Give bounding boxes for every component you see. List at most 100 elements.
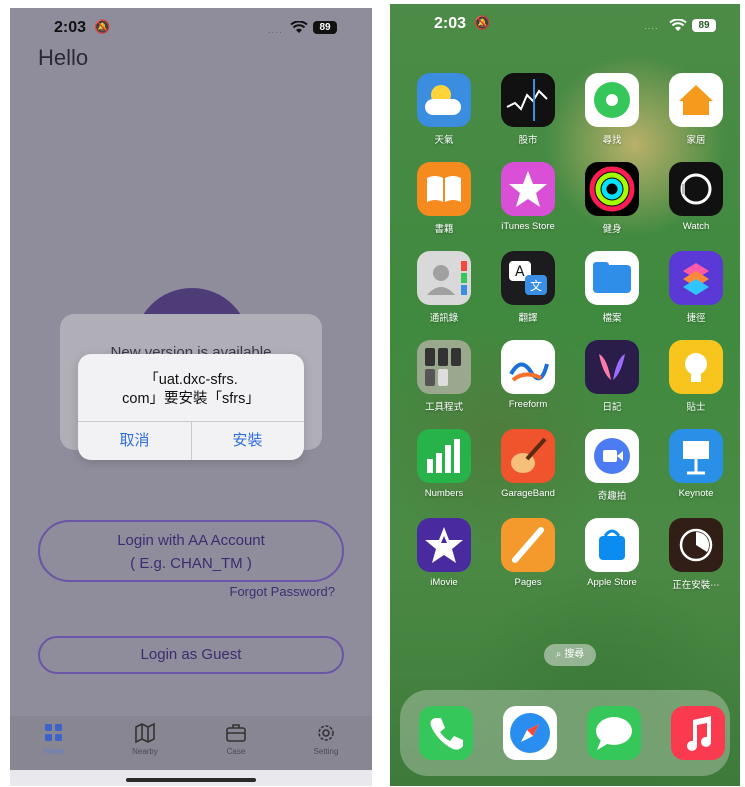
messages-icon: [587, 706, 641, 760]
itunes-store-icon: [501, 162, 555, 216]
app-freeform[interactable]: Freeform: [486, 340, 570, 410]
search-button[interactable]: ⌕ 搜尋: [544, 644, 596, 666]
dock-safari[interactable]: [488, 706, 572, 760]
status-time: 2:03: [54, 19, 87, 36]
app-utilities-folder[interactable]: 工具程式: [402, 340, 486, 413]
app-label: Numbers: [424, 488, 464, 499]
app-apple-store[interactable]: Apple Store: [570, 518, 654, 588]
app-label: Freeform: [508, 399, 548, 410]
app-label: 通訊錄: [429, 313, 459, 324]
home-app-icon: [669, 73, 723, 127]
tab-nearby[interactable]: Nearby: [110, 722, 180, 756]
app-watch[interactable]: Watch: [654, 162, 738, 232]
app-clips[interactable]: 奇趣拍: [570, 429, 654, 502]
translate-icon: A文: [501, 251, 555, 305]
svg-text:文: 文: [530, 278, 542, 293]
app-label: 正在安裝⋯: [672, 580, 720, 591]
app-label: iTunes Store: [501, 221, 555, 232]
weather-icon: [417, 73, 471, 127]
app-fitness[interactable]: 健身: [570, 162, 654, 235]
install-button[interactable]: 安裝: [191, 421, 304, 460]
search-label: 搜尋: [564, 649, 585, 660]
home-screen: 2:03 🔕 ···· 89 天氣 股市 尋找 家居書籍 iTunes Store 健身 W…: [390, 4, 740, 786]
dock-phone[interactable]: [404, 706, 488, 760]
clips-icon: [585, 429, 639, 483]
silent-bell-icon: 🔕: [474, 15, 491, 30]
app-label: 日記: [602, 402, 622, 413]
files-icon: [585, 251, 639, 305]
app-label: Pages: [514, 577, 542, 588]
cancel-button[interactable]: 取消: [78, 421, 191, 460]
app-contacts[interactable]: 通訊錄: [402, 251, 486, 324]
app-label: 書籍: [434, 224, 454, 235]
tab-label: Nearby: [132, 747, 158, 756]
app-label: 奇趣拍: [597, 491, 627, 502]
app-installing[interactable]: 正在安裝⋯: [654, 518, 738, 591]
app-label: GarageBand: [501, 488, 555, 499]
dock-music[interactable]: [656, 706, 740, 760]
home-indicator[interactable]: [126, 778, 256, 782]
signal-icon: ····: [644, 24, 659, 33]
tab-label: Setting: [313, 747, 339, 756]
apple-store-icon: [585, 518, 639, 572]
signal-icon: ····: [268, 28, 283, 37]
tab-bar: Home Nearby Case Setting: [10, 716, 372, 770]
battery-icon: 89: [692, 19, 716, 32]
app-find-my[interactable]: 尋找: [570, 73, 654, 146]
app-pages[interactable]: Pages: [486, 518, 570, 588]
login-aa-button[interactable]: Login with AA Account ( E.g. CHAN_TM ): [38, 520, 344, 582]
app-home-app[interactable]: 家居: [654, 73, 738, 146]
status-bar: 2:03 🔕 ···· 89: [10, 8, 372, 48]
app-imovie[interactable]: iMovie: [402, 518, 486, 588]
wifi-icon: [290, 21, 308, 33]
pages-icon: [501, 518, 555, 572]
tab-setting[interactable]: Setting: [291, 722, 361, 756]
find-my-icon: [585, 73, 639, 127]
app-label: 天氣: [434, 135, 454, 146]
login-aa-label: Login with AA Account: [117, 532, 265, 549]
app-files[interactable]: 檔案: [570, 251, 654, 324]
phone-icon: [419, 706, 473, 760]
app-tips[interactable]: 貼士: [654, 340, 738, 413]
status-time: 2:03: [434, 15, 467, 32]
login-aa-hint: ( E.g. CHAN_TM ): [130, 555, 252, 572]
shortcuts-icon: [669, 251, 723, 305]
imovie-icon: [417, 518, 471, 572]
safari-icon: [503, 706, 557, 760]
app-weather[interactable]: 天氣: [402, 73, 486, 146]
music-icon: [671, 706, 725, 760]
app-label: Keynote: [678, 488, 714, 499]
login-guest-button[interactable]: Login as Guest: [38, 636, 344, 674]
app-books[interactable]: 書籍: [402, 162, 486, 235]
grid-icon: [45, 724, 62, 741]
app-itunes-store[interactable]: iTunes Store: [486, 162, 570, 232]
journal-icon: [585, 340, 639, 394]
tab-home[interactable]: Home: [19, 722, 89, 756]
dock: [400, 690, 730, 776]
contacts-icon: [417, 251, 471, 305]
search-icon: ⌕: [555, 649, 562, 660]
app-label: Apple Store: [587, 577, 637, 588]
map-icon: [135, 722, 155, 744]
briefcase-icon: [226, 724, 246, 742]
tab-case[interactable]: Case: [201, 722, 271, 756]
app-numbers[interactable]: Numbers: [402, 429, 486, 499]
dock-messages[interactable]: [572, 706, 656, 760]
app-garageband[interactable]: GarageBand: [486, 429, 570, 499]
install-alert-message: 「uat.dxc-sfrs. com」要安裝「sfrs」: [122, 372, 260, 407]
app-label: 家居: [686, 135, 706, 146]
app-label: 尋找: [602, 135, 622, 146]
app-shortcuts[interactable]: 捷徑: [654, 251, 738, 324]
app-label: 捷徑: [686, 313, 706, 324]
battery-icon: 89: [313, 21, 337, 34]
tab-label: Case: [226, 747, 246, 756]
app-translate[interactable]: A 文翻譯: [486, 251, 570, 324]
app-keynote[interactable]: Keynote: [654, 429, 738, 499]
app-stocks[interactable]: 股市: [486, 73, 570, 146]
gear-icon: [318, 725, 334, 741]
books-icon: [417, 162, 471, 216]
stocks-icon: [501, 73, 555, 127]
freeform-icon: [501, 340, 555, 394]
forgot-password-link[interactable]: Forgot Password?: [230, 584, 336, 599]
app-journal[interactable]: 日記: [570, 340, 654, 413]
